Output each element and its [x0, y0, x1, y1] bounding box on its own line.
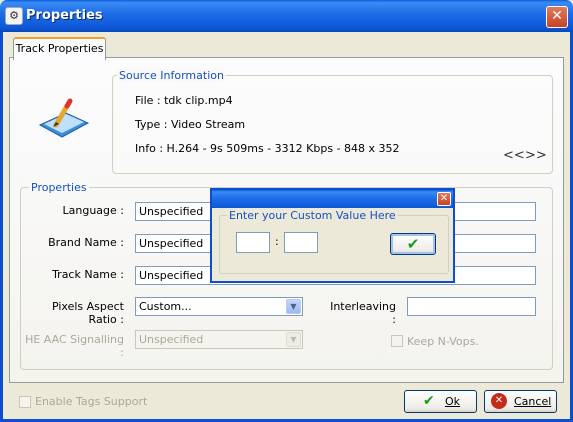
enable-tags-label: Enable Tags Support [35, 395, 148, 408]
custom-dialog-close-button[interactable]: ✕ [437, 192, 451, 206]
language-label: Language : [62, 204, 125, 217]
cancel-icon: ✕ [491, 393, 507, 409]
track-name-label: Track Name : [52, 268, 124, 281]
source-info-legend: Source Information [117, 69, 226, 82]
interleaving-field[interactable] [407, 297, 536, 316]
pixel-aspect-ratio-value: Custom... [139, 300, 192, 313]
close-icon: ✕ [551, 8, 563, 24]
checkmark-icon: ✔ [406, 235, 420, 253]
next-track-button[interactable]: >> [525, 148, 547, 163]
source-info: Info : H.264 - 9s 509ms - 3312 Kbps - 84… [135, 142, 400, 155]
custom-value-legend: Enter your Custom Value Here [227, 209, 398, 222]
interleaving-label: Interleaving : [330, 300, 396, 326]
previous-track-button[interactable]: << [503, 148, 525, 163]
custom-value-separator: : [275, 235, 279, 248]
cancel-button-label: Cancel [514, 395, 552, 408]
keep-nvops-checkbox[interactable] [391, 335, 403, 347]
checkmark-icon: ✔ [423, 393, 435, 409]
he-aac-signalling-label: HE AAC Signalling : [25, 333, 124, 359]
window-title: Properties [26, 8, 103, 23]
properties-legend: Properties [29, 181, 89, 194]
he-aac-signalling-value: Unspecified [139, 333, 204, 346]
pixel-aspect-ratio-select[interactable]: Custom... ▼ [135, 297, 303, 316]
source-type: Type : Video Stream [135, 118, 246, 131]
custom-value-width-input[interactable] [236, 232, 270, 253]
chevron-down-icon[interactable]: ▼ [286, 299, 301, 314]
custom-value-ok-button[interactable]: ✔ [390, 233, 436, 255]
ok-button-label: Ok [445, 395, 461, 408]
close-icon: ✕ [439, 193, 449, 204]
chevron-down-icon[interactable]: ▼ [286, 332, 301, 347]
custom-value-height-input[interactable] [284, 232, 318, 253]
document-edit-icon [38, 98, 90, 138]
he-aac-signalling-select[interactable]: Unspecified ▼ [135, 330, 303, 349]
ok-button[interactable]: ✔ Ok [404, 390, 477, 413]
source-file: File : tdk clip.mp4 [135, 94, 233, 107]
enable-tags-checkbox[interactable] [19, 396, 31, 408]
pixel-aspect-ratio-label: Pixels Aspect Ratio : [51, 300, 124, 326]
tab-track-properties[interactable]: Track Properties [13, 37, 106, 60]
cancel-button[interactable]: ✕ Cancel [484, 390, 557, 413]
gear-icon: ⚙ [5, 7, 23, 25]
brand-name-label: Brand Name : [48, 236, 124, 249]
close-button[interactable]: ✕ [546, 6, 568, 28]
window-border-left [0, 32, 3, 422]
keep-nvops-label: Keep N-Vops. [407, 335, 479, 348]
custom-value-dialog-titlebar[interactable] [212, 190, 453, 208]
